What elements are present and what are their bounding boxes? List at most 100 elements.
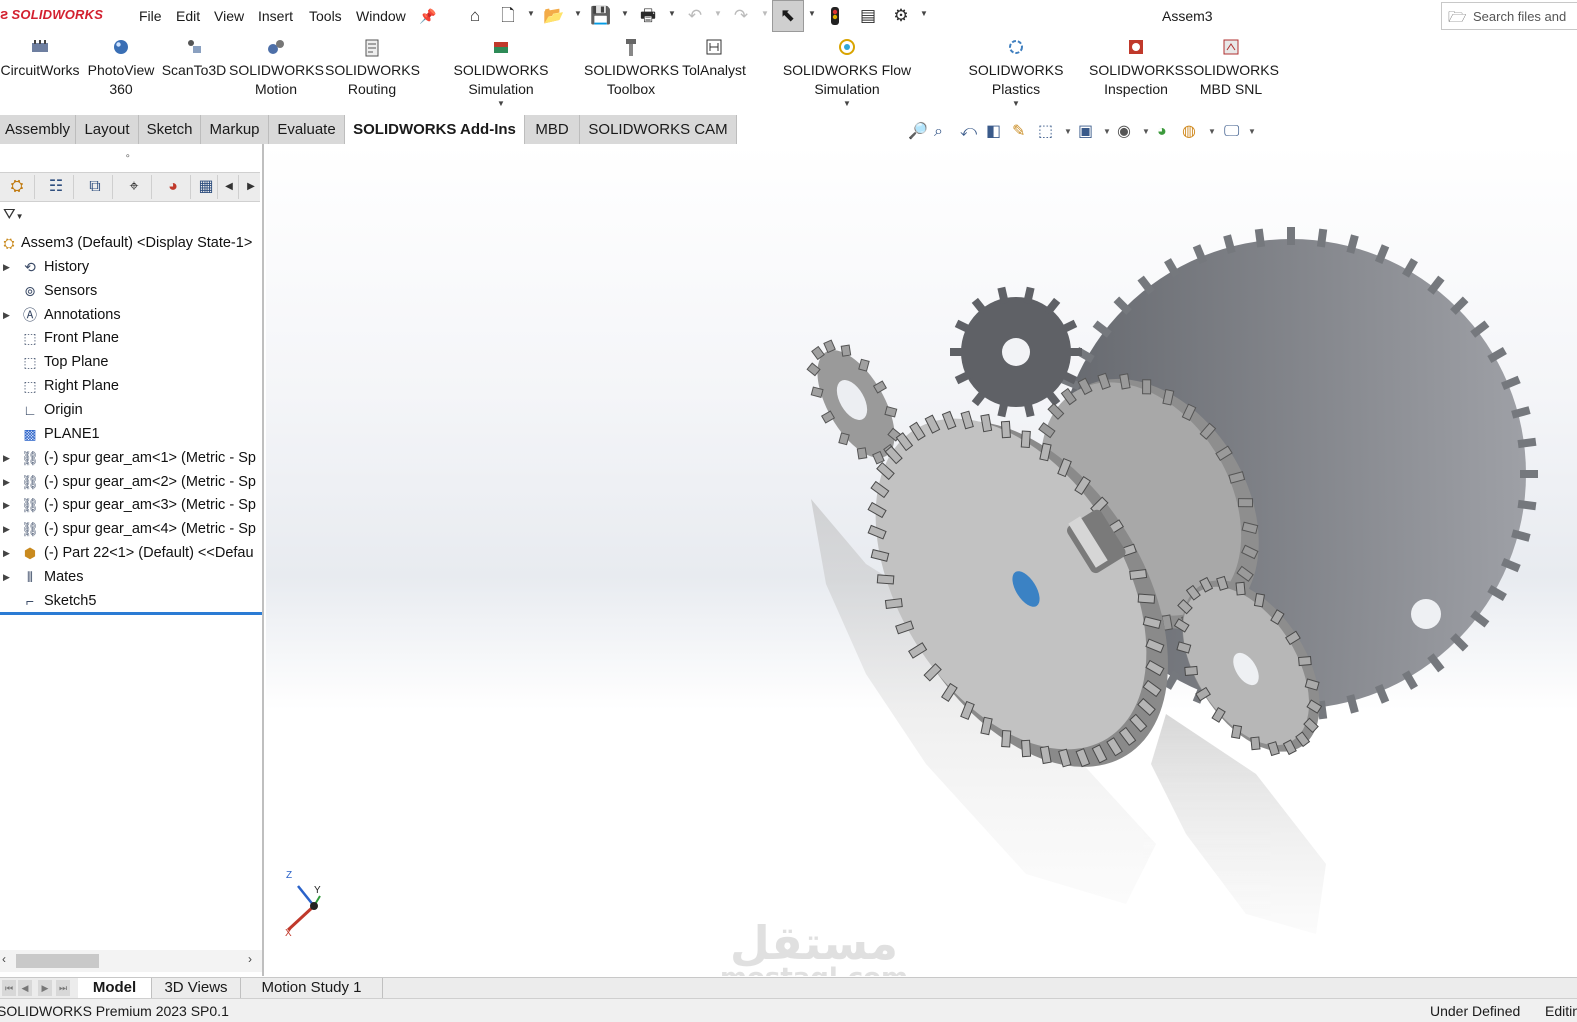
search-box[interactable]: 🗁 Search files and xyxy=(1441,2,1577,30)
addin-solidworks-plastics[interactable]: SOLIDWORKS Plastics ▼ xyxy=(946,34,1086,108)
expand-arrow-icon[interactable]: ▶ xyxy=(3,541,10,565)
file-properties-icon[interactable]: ▤ xyxy=(857,5,879,27)
zoom-to-fit-icon[interactable]: 🔎 xyxy=(908,121,928,143)
apply-scene-dropdown-icon[interactable]: ▼ xyxy=(1208,121,1216,143)
pin-icon[interactable]: 📌 xyxy=(417,5,439,27)
addin-scanto3d[interactable]: ScanTo3D xyxy=(161,34,227,80)
addin-solidworks-simulation[interactable]: SOLIDWORKS Simulation ▼ xyxy=(421,34,581,108)
menu-view[interactable]: View xyxy=(214,8,244,24)
view-settings-dropdown-icon[interactable]: ▼ xyxy=(1248,121,1256,143)
last-tab-icon[interactable]: ⏭ xyxy=(56,980,70,996)
expand-arrow-icon[interactable]: ▶ xyxy=(3,565,10,589)
tabs-scroll-right-icon[interactable]: ▶ xyxy=(242,175,260,199)
addin-flow-simulation[interactable]: SOLIDWORKS Flow Simulation ▼ xyxy=(751,34,943,108)
expand-arrow-icon[interactable]: ▶ xyxy=(3,303,10,327)
new-document-icon[interactable]: 🗋 xyxy=(497,5,519,27)
configuration-manager-icon[interactable]: ⧉ xyxy=(78,175,113,199)
addin-tolanalyst[interactable]: TolAnalyst xyxy=(680,34,748,80)
flow-dropdown-icon[interactable]: ▼ xyxy=(843,94,851,113)
addin-solidworks-routing[interactable]: SOLIDWORKS Routing xyxy=(325,34,420,99)
previous-tab-icon[interactable]: ◀ xyxy=(18,980,32,996)
view-orientation-dropdown-icon[interactable]: ▼ xyxy=(1064,121,1072,143)
view-settings-icon[interactable]: 🖵 xyxy=(1224,121,1239,143)
display-style-dropdown-icon[interactable]: ▼ xyxy=(1103,121,1111,143)
scroll-left-icon[interactable]: ‹ xyxy=(2,952,6,966)
print-dropdown-icon[interactable]: ▼ xyxy=(668,10,676,18)
save-icon[interactable]: 💾 xyxy=(590,5,612,27)
tab-model[interactable]: Model xyxy=(78,978,152,998)
redo-dropdown-icon[interactable]: ▼ xyxy=(761,10,769,18)
tab-solidworks-cam[interactable]: SOLIDWORKS CAM xyxy=(580,115,737,144)
tab-sketch[interactable]: Sketch xyxy=(139,115,201,144)
open-folder-icon[interactable]: 📂 xyxy=(543,5,565,27)
menu-tools[interactable]: Tools xyxy=(309,8,342,24)
addin-circuitworks[interactable]: CircuitWorks xyxy=(0,34,80,80)
zoom-area-icon[interactable]: ⌕ xyxy=(934,121,943,143)
expand-arrow-icon[interactable]: ▶ xyxy=(3,493,10,517)
select-dropdown-icon[interactable]: ▼ xyxy=(808,10,816,18)
display-style-icon[interactable]: ▣ xyxy=(1078,121,1093,143)
section-view-icon[interactable]: ◧ xyxy=(986,121,1001,143)
tab-solidworks-add-ins[interactable]: SOLIDWORKS Add-Ins xyxy=(345,115,525,144)
open-dropdown-icon[interactable]: ▼ xyxy=(574,10,582,18)
addin-solidworks-inspection[interactable]: SOLIDWORKS Inspection xyxy=(1089,34,1184,99)
select-button[interactable]: ⬉ xyxy=(772,0,804,32)
next-tab-icon[interactable]: ▶ xyxy=(38,980,52,996)
menu-edit[interactable]: Edit xyxy=(176,8,200,24)
dynamic-annotation-icon[interactable]: ✎ xyxy=(1012,121,1025,143)
menu-window[interactable]: Window xyxy=(356,8,406,24)
graphics-area[interactable]: X Y Z مستقل mostaql.com xyxy=(266,144,1577,976)
expand-arrow-icon[interactable]: ▶ xyxy=(3,255,10,279)
display-manager-icon[interactable]: ◕ xyxy=(156,175,191,199)
menu-file[interactable]: File xyxy=(139,8,162,24)
home-icon[interactable]: ⌂ xyxy=(464,5,486,27)
hide-show-dropdown-icon[interactable]: ▼ xyxy=(1142,121,1150,143)
rebuild-icon[interactable] xyxy=(824,5,846,27)
tab-evaluate[interactable]: Evaluate xyxy=(269,115,345,144)
scroll-right-icon[interactable]: › xyxy=(248,952,252,966)
options-gear-icon[interactable]: ⚙ xyxy=(890,5,912,27)
tab-assembly[interactable]: Assembly xyxy=(0,115,76,144)
tab-layout[interactable]: Layout xyxy=(76,115,139,144)
tab-markup[interactable]: Markup xyxy=(201,115,269,144)
first-tab-icon[interactable]: ⏮ xyxy=(2,980,16,996)
save-dropdown-icon[interactable]: ▼ xyxy=(621,10,629,18)
tree-horizontal-scrollbar[interactable]: ‹ › xyxy=(0,950,262,972)
undo-icon[interactable]: ↶ xyxy=(684,5,706,27)
expand-arrow-icon[interactable]: ▶ xyxy=(3,446,10,470)
property-manager-icon[interactable]: ☷ xyxy=(39,175,74,199)
expand-arrow-icon[interactable]: ▶ xyxy=(3,470,10,494)
view-orientation-icon[interactable]: ⬚ xyxy=(1038,121,1053,143)
simulation-dropdown-icon[interactable]: ▼ xyxy=(497,94,505,113)
edit-appearance-icon[interactable]: ◕ xyxy=(1157,121,1167,143)
gear-assembly-model[interactable]: X Y Z مستقل mostaql.com xyxy=(266,144,1577,976)
addin-photoview-360[interactable]: PhotoView 360 xyxy=(83,34,159,99)
filter-icon[interactable]: ⛛▼ xyxy=(3,206,24,223)
tabs-scroll-left-icon[interactable]: ◀ xyxy=(220,175,239,199)
feature-manager-icon[interactable]: ⛭ xyxy=(0,175,35,199)
scroll-thumb[interactable] xyxy=(16,954,99,968)
apply-scene-icon[interactable]: ◍ xyxy=(1182,121,1196,143)
undo-dropdown-icon[interactable]: ▼ xyxy=(714,10,722,18)
hide-show-items-icon[interactable]: ◉ xyxy=(1117,121,1131,143)
tab-mbd[interactable]: MBD xyxy=(525,115,580,144)
previous-view-icon[interactable]: ⤺ xyxy=(960,121,977,143)
addin-mbd-snl[interactable]: SOLIDWORKS MBD SNL xyxy=(1184,34,1279,99)
tab-motion-study-1[interactable]: Motion Study 1 xyxy=(241,978,383,998)
addin-solidworks-motion[interactable]: SOLIDWORKS Motion xyxy=(229,34,324,99)
history-icon: ⟲ xyxy=(24,258,36,275)
panel-splitter-handle[interactable]: ⚬ xyxy=(124,151,132,162)
options-dropdown-icon[interactable]: ▼ xyxy=(920,10,928,18)
rollback-bar[interactable] xyxy=(0,612,262,615)
new-dropdown-icon[interactable]: ▼ xyxy=(527,10,535,18)
print-icon[interactable]: 🖶 xyxy=(637,5,659,27)
solidworks-logo[interactable]: ƨ SOLIDWORKS xyxy=(0,6,103,23)
tab-3d-views[interactable]: 3D Views xyxy=(152,978,241,998)
dimxpert-icon[interactable]: ⌖ xyxy=(117,175,152,199)
menu-insert[interactable]: Insert xyxy=(258,8,293,24)
cam-manager-icon[interactable]: ▦ xyxy=(195,175,218,199)
plastics-dropdown-icon[interactable]: ▼ xyxy=(1012,94,1020,113)
addin-solidworks-toolbox[interactable]: SOLIDWORKS Toolbox xyxy=(584,34,679,99)
redo-icon[interactable]: ↷ xyxy=(730,5,752,27)
expand-arrow-icon[interactable]: ▶ xyxy=(3,517,10,541)
